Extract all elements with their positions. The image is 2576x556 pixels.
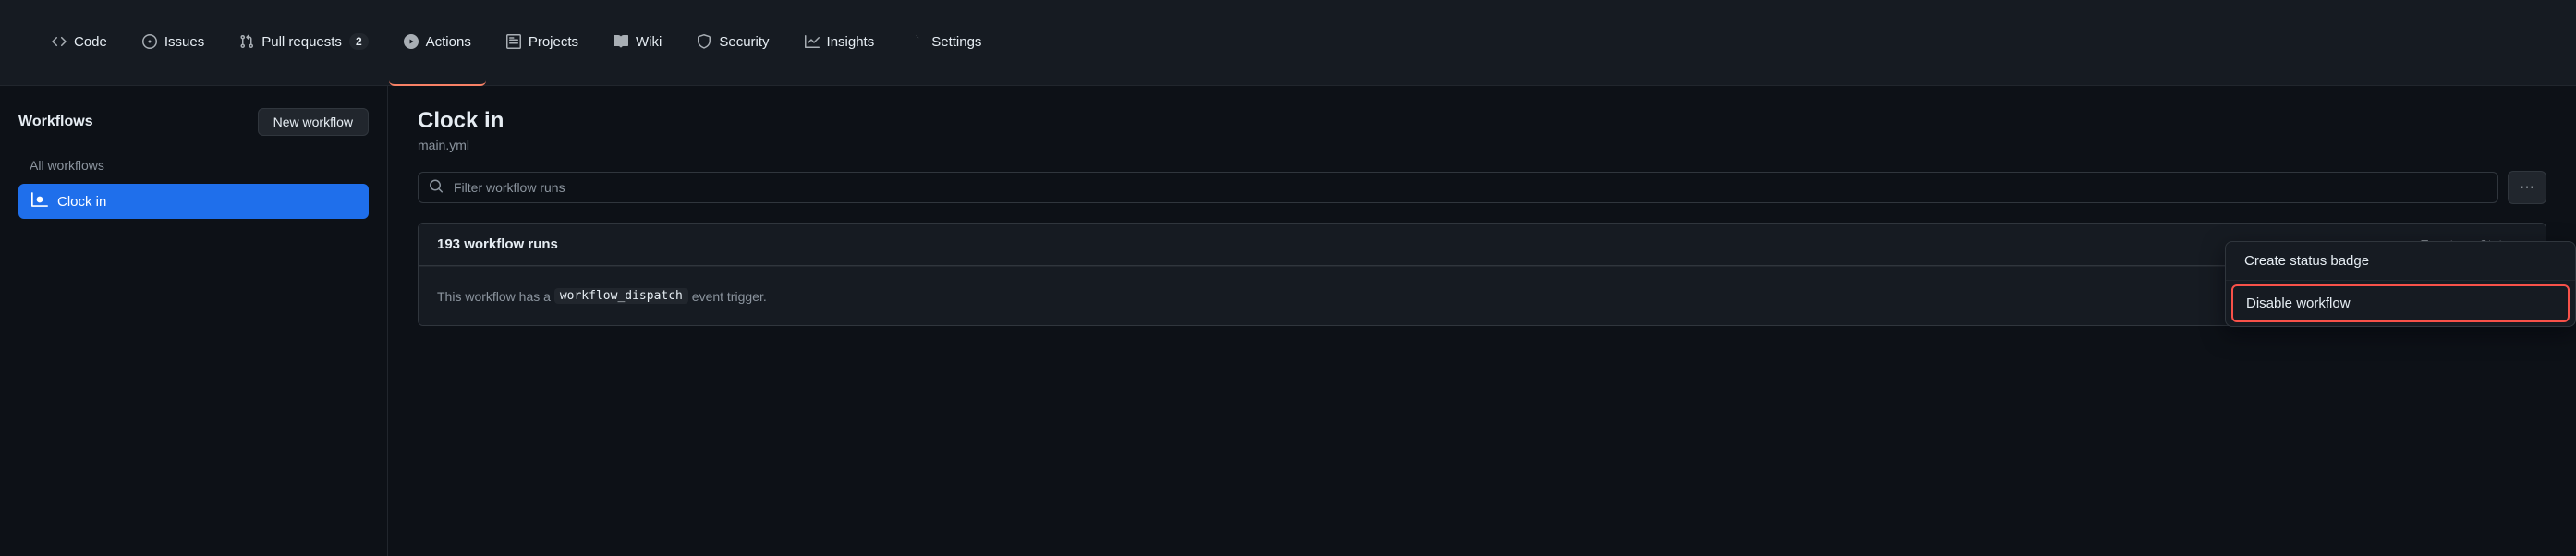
dispatch-text-prefix: This workflow has a: [437, 289, 554, 304]
nav-projects-label: Projects: [529, 34, 578, 50]
workflow-title: Clock in: [418, 108, 2546, 134]
top-navigation: Code Issues Pull requests 2 Actions: [0, 0, 2576, 86]
sidebar-title: Workflows: [18, 114, 93, 130]
settings-icon: [909, 34, 924, 49]
dropdown-menu: Create status badge Disable workflow: [2225, 241, 2576, 327]
filter-input-wrapper: [418, 172, 2498, 203]
runs-count: 193 workflow runs: [437, 236, 558, 252]
security-icon: [697, 34, 711, 49]
sidebar: Workflows New workflow All workflows Clo…: [0, 86, 388, 556]
search-icon: [429, 179, 444, 197]
create-status-badge-label: Create status badge: [2244, 253, 2369, 269]
wiki-icon: [614, 34, 628, 49]
main-layout: Workflows New workflow All workflows Clo…: [0, 86, 2576, 556]
nav-item-wiki[interactable]: Wiki: [599, 0, 676, 86]
sidebar-workflow-clock-in[interactable]: Clock in: [18, 184, 369, 219]
content-area: Clock in main.yml ··· 193 workflow runs: [388, 86, 2576, 556]
nav-item-security[interactable]: Security: [682, 0, 784, 86]
workflow-item-icon: [31, 191, 48, 212]
nav-settings-label: Settings: [931, 34, 981, 50]
pull-requests-icon: [239, 34, 254, 49]
pull-requests-badge: 2: [349, 33, 369, 50]
more-options-icon: ···: [2520, 179, 2534, 196]
nav-wiki-label: Wiki: [636, 34, 662, 50]
nav-item-insights[interactable]: Insights: [790, 0, 890, 86]
disable-workflow-label: Disable workflow: [2246, 296, 2351, 311]
dropdown-disable-workflow[interactable]: Disable workflow: [2231, 284, 2570, 322]
dispatch-code: workflow_dispatch: [554, 288, 688, 304]
nav-item-pull-requests[interactable]: Pull requests 2: [225, 0, 383, 86]
sidebar-all-workflows[interactable]: All workflows: [18, 152, 369, 178]
workflow-item-label: Clock in: [57, 194, 106, 210]
nav-item-actions[interactable]: Actions: [389, 0, 486, 86]
dropdown-create-status-badge[interactable]: Create status badge: [2226, 242, 2575, 280]
filter-workflow-runs-input[interactable]: [418, 172, 2498, 203]
projects-icon: [506, 34, 521, 49]
dropdown-divider: [2226, 280, 2575, 281]
dispatch-text-suffix: event trigger.: [688, 289, 767, 304]
nav-issues-label: Issues: [164, 34, 204, 50]
nav-item-settings[interactable]: Settings: [894, 0, 996, 86]
code-icon: [52, 34, 67, 49]
sidebar-header: Workflows New workflow: [18, 108, 369, 136]
nav-item-issues[interactable]: Issues: [128, 0, 219, 86]
nav-code-label: Code: [74, 34, 107, 50]
actions-icon: [404, 34, 419, 49]
workflow-file: main.yml: [418, 138, 2546, 152]
nav-actions-label: Actions: [426, 34, 471, 50]
filter-bar: ···: [418, 171, 2546, 204]
nav-item-code[interactable]: Code: [37, 0, 122, 86]
issues-icon: [142, 34, 157, 49]
all-workflows-label: All workflows: [30, 158, 104, 173]
more-options-button[interactable]: ···: [2508, 171, 2546, 204]
insights-icon: [805, 34, 820, 49]
new-workflow-button[interactable]: New workflow: [258, 108, 369, 136]
nav-pull-requests-label: Pull requests: [261, 34, 342, 50]
nav-insights-label: Insights: [827, 34, 875, 50]
nav-security-label: Security: [719, 34, 769, 50]
nav-item-projects[interactable]: Projects: [492, 0, 593, 86]
